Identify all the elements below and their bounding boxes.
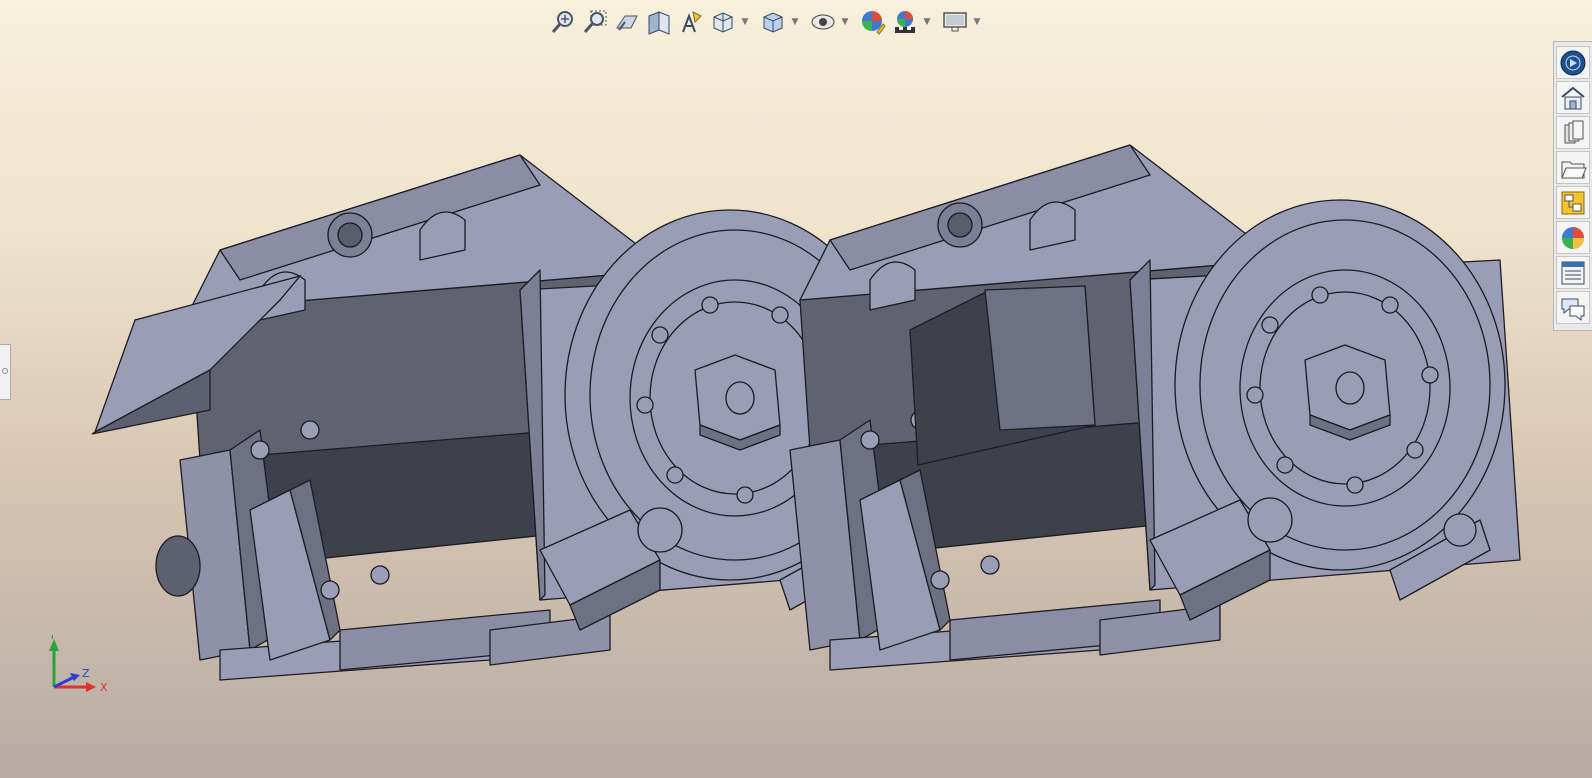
- view-orientation-button[interactable]: [708, 6, 738, 38]
- file-explorer-icon: [1564, 120, 1584, 143]
- chevron-down-icon: ▼: [841, 17, 849, 27]
- custom-properties-icon: [1562, 226, 1584, 249]
- display-style-button[interactable]: [758, 6, 788, 38]
- apply-scene-button[interactable]: [890, 6, 920, 38]
- zoom-to-area-button[interactable]: [580, 6, 610, 38]
- view-settings-button[interactable]: [940, 6, 970, 38]
- apply-scene-dropdown[interactable]: ▼: [922, 6, 932, 38]
- edit-appearance-button[interactable]: [858, 6, 888, 38]
- appearances-scenes-icon: [1561, 191, 1585, 214]
- view-settings-icon: [943, 12, 967, 32]
- view-palette-icon: [1561, 161, 1587, 178]
- heads-up-view-toolbar: ▼ ▼ ▼ ▼ ▼: [548, 4, 988, 40]
- chevron-down-icon: ▼: [973, 17, 981, 27]
- zoom-to-fit-button[interactable]: [548, 6, 578, 38]
- tab-forum[interactable]: [1556, 256, 1590, 289]
- handle-dot-icon: [2, 368, 8, 374]
- tab-view-palette[interactable]: [1556, 151, 1590, 184]
- tab-file-explorer[interactable]: [1556, 116, 1590, 149]
- section-view-icon: [648, 11, 670, 35]
- model-view[interactable]: [0, 0, 1592, 778]
- view-orientation-icon: [713, 12, 733, 33]
- chevron-down-icon: ▼: [923, 17, 931, 27]
- hide-show-items-button[interactable]: [808, 6, 838, 38]
- graphics-area[interactable]: Y X Z: [0, 0, 1592, 778]
- edit-appearance-icon: [862, 11, 886, 35]
- tab-solidworks-resources[interactable]: [1556, 46, 1590, 79]
- solidworks-resources-icon: [1560, 50, 1586, 75]
- chevron-down-icon: ▼: [741, 17, 749, 27]
- task-pane-tabs: [1553, 41, 1592, 331]
- apply-scene-icon: [895, 11, 915, 33]
- view-orientation-dropdown[interactable]: ▼: [740, 6, 750, 38]
- hide-show-items-dropdown[interactable]: ▼: [840, 6, 850, 38]
- triad-x-label: X: [100, 681, 108, 694]
- tab-3d-content-central[interactable]: [1556, 291, 1590, 324]
- 3d-content-central-icon: [1561, 298, 1585, 321]
- chevron-down-icon: ▼: [791, 17, 799, 27]
- display-style-icon: [763, 12, 783, 33]
- section-view-button[interactable]: [644, 6, 674, 38]
- triad-y-label: Y: [48, 635, 56, 642]
- coordinate-triad: Y X Z: [48, 635, 108, 694]
- dynamic-annotation-icon: [682, 11, 702, 33]
- view-settings-dropdown[interactable]: ▼: [972, 6, 982, 38]
- zoom-to-fit-icon: [551, 11, 573, 33]
- tab-custom-properties[interactable]: [1556, 221, 1590, 254]
- motor-right[interactable]: [789, 144, 1521, 671]
- hide-show-items-icon: [811, 14, 835, 30]
- zoom-to-area-icon: [583, 10, 607, 33]
- triad-z-label: Z: [82, 667, 90, 680]
- display-style-dropdown[interactable]: ▼: [790, 6, 800, 38]
- design-library-icon: [1561, 86, 1585, 109]
- feature-manager-toggle-handle[interactable]: [0, 344, 11, 400]
- triad-x-arrow-icon: [86, 682, 96, 692]
- tab-design-library[interactable]: [1556, 81, 1590, 114]
- motor-left[interactable]: [179, 154, 911, 681]
- previous-view-icon: [616, 15, 638, 31]
- tab-appearances-scenes[interactable]: [1556, 186, 1590, 219]
- forum-icon: [1561, 261, 1585, 284]
- dynamic-annotation-button[interactable]: [676, 6, 706, 38]
- previous-view-button[interactable]: [612, 6, 642, 38]
